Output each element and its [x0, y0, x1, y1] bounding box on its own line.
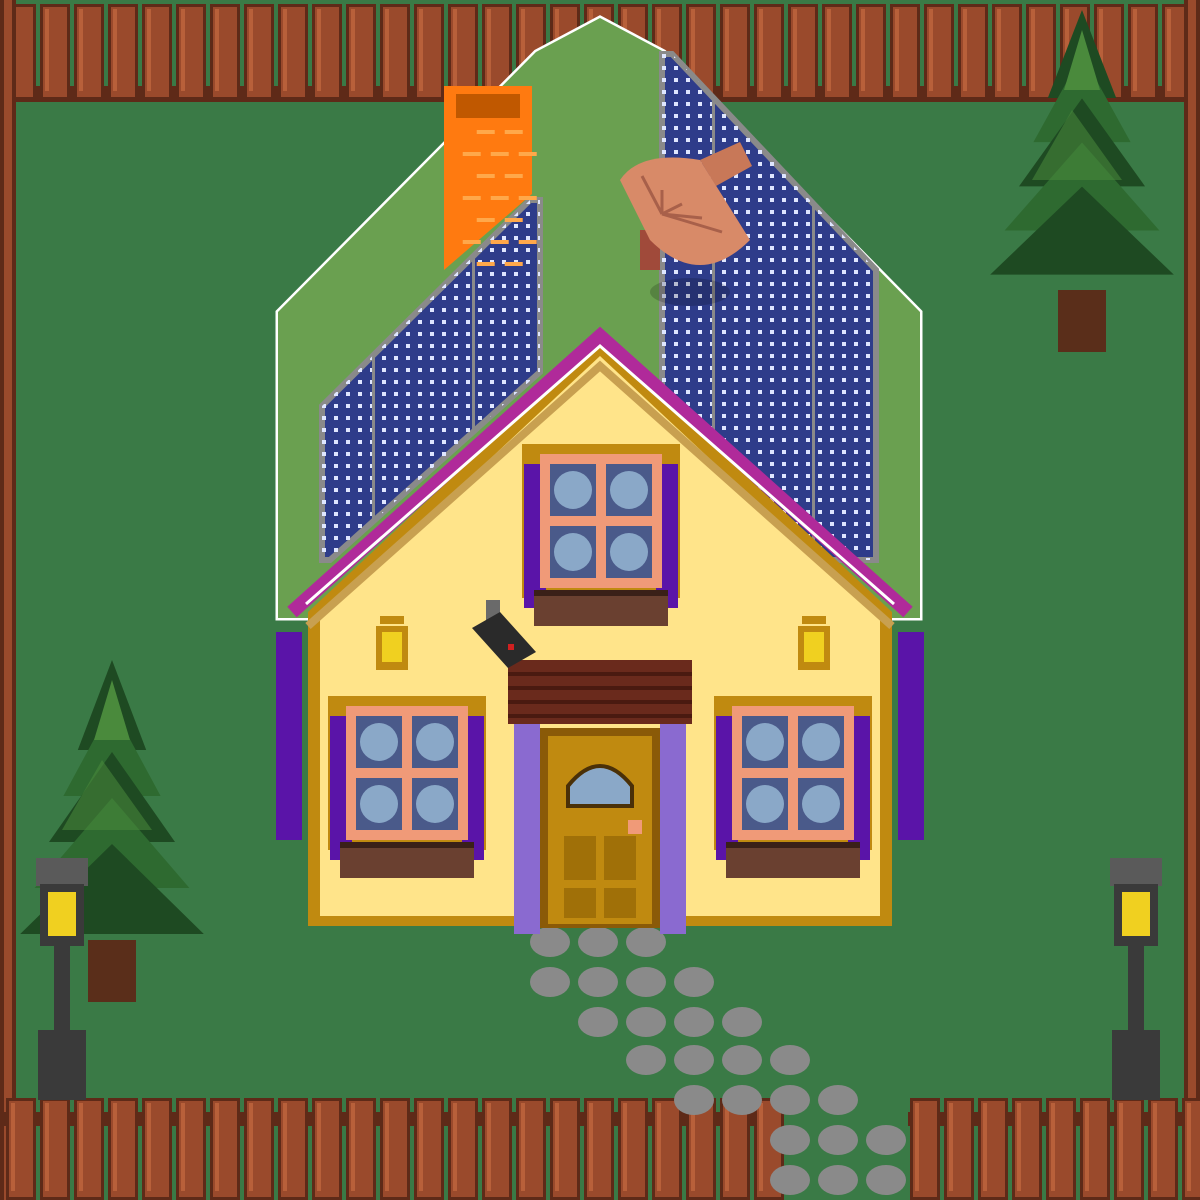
right-window: [714, 696, 872, 878]
upper-window: [522, 444, 680, 626]
farm-scene: [0, 0, 1200, 1200]
front-door[interactable]: [514, 722, 686, 934]
scene-canvas: [0, 0, 1200, 1200]
left-window: [328, 696, 486, 878]
door-awning: [508, 660, 692, 724]
